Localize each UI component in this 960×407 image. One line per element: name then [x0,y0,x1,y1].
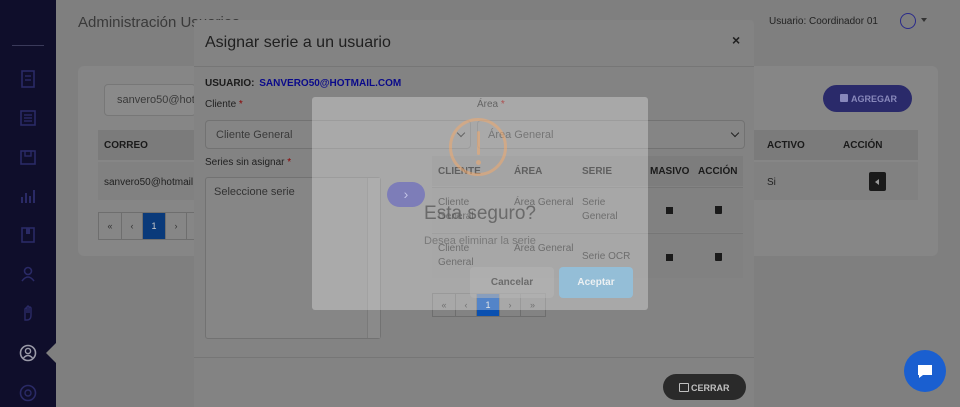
pagination-first[interactable]: « [99,213,122,239]
column-header-correo: CORREO [104,140,148,151]
user-info-label: USUARIO: [205,78,255,89]
masivo-checkbox-checked[interactable] [666,207,673,214]
user-label: Usuario: Coordinador 01 [769,16,878,27]
hand-icon[interactable] [18,303,38,323]
masivo-checkbox[interactable] [666,254,673,261]
user-info: USUARIO: SANVERO50@HOTMAIL.COM [205,78,401,89]
pagination-page[interactable]: 1 [143,213,166,239]
add-button[interactable]: AGREGAR [823,85,912,112]
cancel-button[interactable]: Cancelar [470,267,554,298]
confirm-button[interactable]: Aceptar [559,267,633,298]
required-mark: * [238,99,243,110]
column-header-activo: ACTIVO [767,140,805,151]
person-icon[interactable] [18,264,38,284]
chart-icon[interactable] [18,186,38,206]
series-placeholder: Seleccione serie [214,186,295,198]
user-circle-icon[interactable] [18,343,38,363]
column-header-accion: ACCIÓN [698,166,738,177]
warning-icon [449,118,507,176]
sidebar-divider [12,45,44,46]
trash-icon[interactable] [715,253,722,261]
chevron-down-icon[interactable] [921,18,927,22]
dialog-title: Esta seguro? [424,203,536,224]
chat-icon [918,365,932,378]
close-icon[interactable]: × [732,32,740,48]
modal-title: Asignar serie a un usuario [205,34,391,51]
chevron-down-icon [730,128,740,138]
chat-button[interactable] [904,350,946,392]
add-button-label: AGREGAR [851,94,898,104]
close-button-label: CERRAR [691,383,730,393]
globe-icon[interactable] [18,383,38,403]
eraser-icon [679,383,689,392]
cliente-label-text: Cliente [205,99,237,110]
modal-footer-divider [194,357,754,358]
pagination: « ‹ 1 › [98,212,196,240]
book-icon[interactable] [18,225,38,245]
search-value: sanvero50@hot [117,94,195,106]
pagination-next[interactable]: › [166,213,187,239]
search-input[interactable]: sanvero50@hot [104,84,196,116]
list-icon[interactable] [18,108,38,128]
column-header-masivo: MASIVO [650,166,690,177]
cell-correo: sanvero50@hotmail [104,177,194,188]
required-mark: * [287,157,292,168]
sidebar [0,0,56,407]
plus-icon [840,94,848,102]
table-row-right [754,162,918,200]
confirm-dialog: Esta seguro? Desea eliminar la serie Can… [312,97,648,310]
dialog-text: Desea eliminar la serie [424,235,536,247]
user-avatar-icon[interactable] [900,13,916,29]
user-info-value: SANVERO50@HOTMAIL.COM [259,78,402,89]
cell-activo: Si [767,177,776,188]
document-icon[interactable] [18,69,38,89]
column-header-accion: ACCIÓN [843,140,883,151]
trash-icon[interactable] [715,206,722,214]
cliente-label: Cliente * [205,99,243,110]
chevron-left-icon [875,179,879,185]
modal-header: Asignar serie a un usuario × [194,20,754,67]
pagination-prev[interactable]: ‹ [122,213,143,239]
active-indicator [46,343,56,363]
close-button[interactable]: CERRAR [663,374,746,400]
row-action-button[interactable] [869,172,886,191]
series-label-text: Series sin asignar [205,157,285,168]
series-label: Series sin asignar * [205,157,291,168]
box-icon[interactable] [18,147,38,167]
cliente-select-value: Cliente General [216,129,293,141]
